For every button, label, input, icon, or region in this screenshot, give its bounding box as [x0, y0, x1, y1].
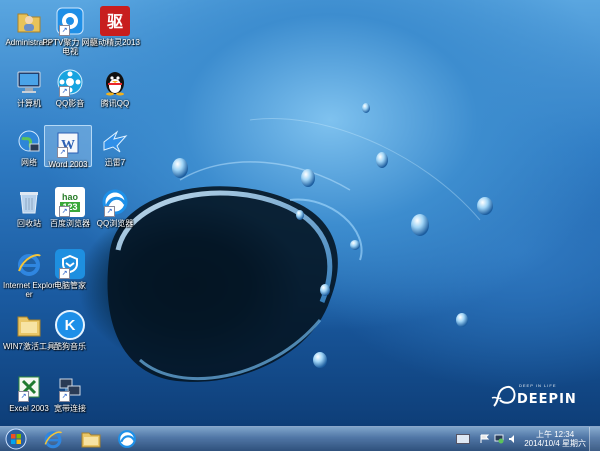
- internet-explorer-icon: [14, 249, 44, 279]
- taskbar-pinned-explorer[interactable]: [78, 428, 104, 450]
- kugou-icon: K: [55, 310, 85, 340]
- user-folder-icon: [14, 6, 44, 36]
- system-tray: 上午 12:34 2014/10/4 星期六: [456, 427, 600, 451]
- icon-label: Word 2003: [48, 160, 88, 169]
- shortcut-arrow-icon: ↗: [57, 147, 68, 158]
- activator-folder-icon: [14, 310, 44, 340]
- start-button[interactable]: [2, 428, 30, 450]
- qq-browser-icon: ↗: [100, 187, 130, 217]
- hao123-icon: hao 123 ↗: [55, 187, 85, 217]
- start-orb-icon: [5, 428, 27, 450]
- keyboard-icon[interactable]: [456, 434, 471, 444]
- volume-icon[interactable]: [508, 434, 518, 444]
- icon-label: 电脑管家: [54, 281, 86, 290]
- icon-label: QQ浏览器: [96, 219, 134, 228]
- desktop-icon-tencent-qq[interactable]: 腾讯QQ: [86, 65, 144, 108]
- qqplayer-icon: ↗: [55, 67, 85, 97]
- file-explorer-icon: [81, 432, 101, 448]
- taskbar-pinned-qq-browser[interactable]: [114, 428, 140, 450]
- desktop[interactable]: Administrator 计算机 网络 回收站 Internet Explor…: [0, 0, 600, 426]
- desktop-icon-pc-manager[interactable]: ↗ 电脑管家: [41, 247, 99, 290]
- desktop-icon-broadband[interactable]: ↗ 宽带连接: [41, 370, 99, 413]
- desktop-icon-xunlei[interactable]: 迅雷7: [86, 124, 144, 167]
- network-globe-icon: [14, 126, 44, 156]
- shortcut-arrow-icon: ↗: [18, 391, 29, 402]
- network-tray-icon[interactable]: [494, 434, 504, 444]
- deepin-tagline: DEEP IN LIFE: [519, 383, 557, 388]
- icon-label: 宽带连接: [54, 404, 86, 413]
- xunlei-bird-icon: [100, 126, 130, 156]
- desktop-icon-qq-browser[interactable]: ↗ QQ浏览器: [86, 185, 144, 228]
- shortcut-arrow-icon: ↗: [59, 206, 70, 217]
- excel-icon: ↗: [14, 372, 44, 402]
- clock-time: 上午 12:34: [535, 430, 575, 439]
- computer-icon: [14, 67, 44, 97]
- qq-penguin-icon: [100, 67, 130, 97]
- broadband-connection-icon: ↗: [55, 372, 85, 402]
- icon-label: 腾讯QQ: [100, 99, 130, 108]
- internet-explorer-icon: [44, 431, 63, 449]
- clock[interactable]: 上午 12:34 2014/10/4 星期六: [524, 430, 586, 448]
- icon-label: 驱动精灵2013: [90, 38, 140, 47]
- deepin-swirl-icon: [491, 386, 516, 407]
- taskbar: 上午 12:34 2014/10/4 星期六: [0, 426, 600, 451]
- hao123-glyph-text: hao: [61, 192, 78, 202]
- pptv-icon: ↗: [55, 6, 85, 36]
- shortcut-arrow-icon: ↗: [59, 25, 70, 36]
- kugou-glyph-text: K: [64, 316, 76, 334]
- deepin-brand: DEEPIN: [517, 392, 577, 407]
- recycle-bin-icon: [14, 187, 44, 217]
- qq-browser-icon: [118, 430, 136, 448]
- driver-wizard-icon: 驱: [100, 6, 130, 36]
- icon-label: 迅雷7: [104, 158, 126, 167]
- shortcut-arrow-icon: ↗: [104, 206, 115, 217]
- flag-icon[interactable]: [480, 434, 490, 444]
- taskbar-pinned-ie[interactable]: [40, 428, 66, 450]
- icon-label: 酷狗音乐: [54, 342, 86, 351]
- shortcut-arrow-icon: ↗: [59, 391, 70, 402]
- shortcut-arrow-icon: ↗: [59, 86, 70, 97]
- clock-date: 2014/10/4 星期六: [524, 439, 586, 448]
- word-icon: W ↗: [53, 128, 83, 158]
- desktop-icon-kugou[interactable]: K 酷狗音乐: [41, 308, 99, 351]
- pc-manager-shield-icon: ↗: [55, 249, 85, 279]
- desktop-icon-word-2003[interactable]: W ↗ Word 2003: [44, 125, 92, 169]
- shortcut-arrow-icon: ↗: [59, 268, 70, 279]
- deepin-logo: DEEP IN LIFE DEEPIN: [490, 380, 576, 415]
- desktop-icon-driver-wizard[interactable]: 驱 驱动精灵2013: [86, 4, 144, 47]
- show-desktop-button[interactable]: [589, 427, 600, 451]
